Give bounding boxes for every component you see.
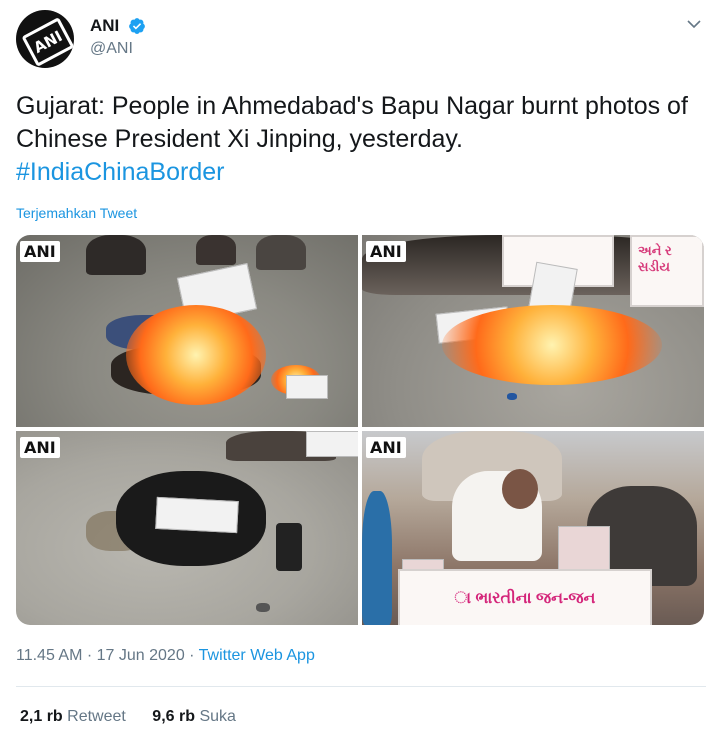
- retweet-label: Retweet: [67, 708, 126, 725]
- photo-2[interactable]: અને ર સડીય ANI: [362, 235, 704, 427]
- tweet-header: ANI ANI @ANI: [16, 10, 706, 70]
- tweet-body: Gujarat: People in Ahmedabad's Bapu Naga…: [16, 92, 688, 153]
- photo-3[interactable]: ANI: [16, 431, 358, 625]
- chevron-down-icon[interactable]: [686, 16, 702, 32]
- person-legs: [86, 235, 146, 275]
- gujarati-banner: ા ભારતીના જન-જન: [398, 569, 652, 625]
- cap: [507, 393, 517, 400]
- like-label: Suka: [199, 708, 236, 725]
- person-legs: [256, 235, 306, 270]
- photo-remnant: [155, 496, 239, 534]
- tweet-text: Gujarat: People in Ahmedabad's Bapu Naga…: [16, 90, 706, 189]
- person-legs: [196, 235, 236, 265]
- ani-logo: ANI: [21, 17, 74, 67]
- like-count: 9,6 rb: [152, 708, 195, 725]
- display-name[interactable]: ANI: [90, 16, 119, 36]
- translate-tweet-link[interactable]: Terjemahkan Tweet: [16, 205, 137, 221]
- timestamp[interactable]: 11.45 AM · 17 Jun 2020 ·: [16, 647, 199, 664]
- fire: [126, 305, 266, 405]
- verified-badge-icon: [128, 18, 145, 34]
- ani-watermark: ANI: [366, 437, 406, 458]
- retweet-stat[interactable]: 2,1 rb Retweet: [20, 708, 126, 726]
- person-head: [502, 469, 538, 509]
- gujarati-banner: અને ર સડીય: [630, 235, 704, 307]
- divider: [16, 686, 706, 687]
- phone: [276, 523, 302, 571]
- handle[interactable]: @ANI: [90, 40, 146, 58]
- hashtag-link[interactable]: #IndiaChinaBorder: [16, 156, 706, 189]
- fire: [442, 305, 662, 385]
- author-block: ANI @ANI: [90, 16, 146, 58]
- tweet-stats: 2,1 rb Retweet 9,6 rb Suka: [20, 708, 258, 726]
- retweet-count: 2,1 rb: [20, 708, 63, 725]
- person-blue: [362, 491, 392, 625]
- source-link[interactable]: Twitter Web App: [199, 647, 315, 664]
- photo-4[interactable]: ા ભારતીના જન-જન ANI: [362, 431, 704, 625]
- media-grid: ANI અને ર સડીય ANI ANI ા ભારતીના જન-જન A…: [16, 235, 704, 625]
- tweet-meta: 11.45 AM · 17 Jun 2020 · Twitter Web App: [16, 647, 315, 665]
- debris: [256, 603, 270, 612]
- ani-watermark: ANI: [366, 241, 406, 262]
- ani-watermark: ANI: [20, 241, 60, 262]
- ani-watermark: ANI: [20, 437, 60, 458]
- photo-1[interactable]: ANI: [16, 235, 358, 427]
- paper-scrap: [286, 375, 328, 399]
- like-stat[interactable]: 9,6 rb Suka: [152, 708, 236, 726]
- paper-scrap: [306, 431, 358, 457]
- avatar[interactable]: ANI: [16, 10, 74, 68]
